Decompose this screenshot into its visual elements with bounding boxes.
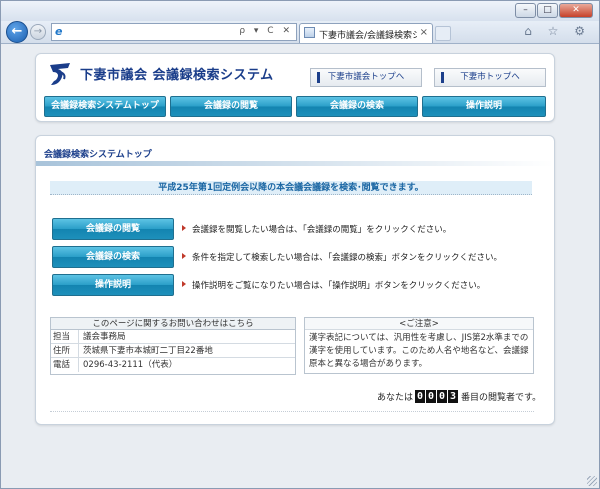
section-title: 会議録検索システムトップ	[44, 150, 152, 160]
footer-divider	[50, 411, 534, 412]
council-top-link[interactable]: 下妻市議会トップへ	[310, 68, 422, 87]
minimize-button[interactable]: –	[515, 3, 536, 18]
tab-title: 下妻市議会/会議録検索シ...	[319, 31, 417, 41]
counter-digit: 3	[448, 390, 459, 403]
intro-banner: 平成25年第1回定例会以降の本会議会議録を検索･閲覧できます。	[50, 181, 532, 195]
contact-box: このページに関するお問い合わせはこちら 担当 議会事務局 住所 茨城県下妻市本城…	[50, 317, 296, 375]
counter-digits: 0 0 0 3	[415, 390, 459, 403]
contact-row: 電話 0296-43-2111（代表）	[51, 358, 295, 372]
notice-body: 漢字表記については、汎用性を考慮し、JIS第2水準までの漢字を使用しています。こ…	[309, 333, 529, 369]
contact-key: 電話	[51, 358, 79, 372]
contact-value: 議会事務局	[83, 332, 126, 342]
bullet-arrow-icon	[182, 281, 186, 287]
browse-button[interactable]: 会議録の閲覧	[52, 218, 174, 240]
counter-digit: 0	[437, 390, 448, 403]
contact-key: 担当	[51, 330, 79, 343]
title-bar: – □ ✕	[1, 1, 599, 21]
search-button[interactable]: 会議録の検索	[52, 246, 174, 268]
contact-row: 住所 茨城県下妻市本城町二丁目22番地	[51, 344, 295, 358]
page-viewport: 下妻市議会 会議録検索システム 下妻市議会トップへ 下妻市トップへ 会議録検索シ…	[1, 43, 599, 488]
contact-value: 0296-43-2111（代表）	[83, 360, 178, 370]
ie-icon: e	[55, 25, 63, 38]
help-button[interactable]: 操作説明	[52, 274, 174, 296]
notice-heading: <ご注意>	[305, 318, 533, 330]
forward-button[interactable]: →	[30, 24, 46, 40]
title-divider	[36, 161, 554, 166]
bullet-arrow-icon	[182, 253, 186, 259]
nav-browse[interactable]: 会議録の閲覧	[170, 96, 292, 117]
page-icon	[304, 27, 315, 38]
counter-digit: 0	[426, 390, 437, 403]
notice-box: <ご注意> 漢字表記については、汎用性を考慮し、JIS第2水準までの漢字を使用し…	[304, 317, 534, 374]
main-content: 会議録検索システムトップ 平成25年第1回定例会以降の本会議会議録を検索･閲覧で…	[35, 135, 555, 425]
city-emblem-icon	[50, 63, 70, 85]
new-tab-button[interactable]	[435, 26, 451, 41]
contact-value: 茨城県下妻市本城町二丁目22番地	[83, 346, 213, 356]
address-bar[interactable]: e ρ ▾ C ✕	[51, 23, 297, 41]
nav-search[interactable]: 会議録の検索	[296, 96, 418, 117]
back-button[interactable]: ←	[6, 21, 28, 43]
nav-system-top[interactable]: 会議録検索システムトップ	[44, 96, 166, 117]
browser-window: – □ ✕ ← → e ρ ▾ C ✕ 下妻市議会/会議録検索シ... × ⌂ …	[0, 0, 600, 489]
nav-help[interactable]: 操作説明	[422, 96, 546, 117]
tab-close-icon[interactable]: ×	[420, 27, 428, 38]
toolbar-icons[interactable]: ⌂ ☆ ⚙	[524, 24, 591, 38]
resize-grip-icon[interactable]	[587, 476, 597, 486]
help-description: 操作説明をご覧になりたい場合は、「操作説明」ボタンをクリックください。	[192, 281, 486, 291]
counter-digit: 0	[415, 390, 426, 403]
browser-navbar: ← → e ρ ▾ C ✕ 下妻市議会/会議録検索シ... × ⌂ ☆ ⚙	[1, 21, 599, 43]
contact-heading: このページに関するお問い合わせはこちら	[51, 318, 295, 330]
site-header: 下妻市議会 会議録検索システム 下妻市議会トップへ 下妻市トップへ 会議録検索シ…	[35, 53, 555, 122]
counter-prefix: あなたは	[377, 393, 414, 403]
tab-active[interactable]: 下妻市議会/会議録検索シ... ×	[299, 23, 433, 43]
search-description: 条件を指定して検索したい場合は、「会議録の検索」ボタンをクリックください。	[192, 253, 502, 263]
bullet-arrow-icon	[182, 225, 186, 231]
counter-suffix: 番目の閲覧者です。	[461, 393, 542, 403]
browse-description: 会議録を閲覧したい場合は、「会議録の閲覧」をクリックください。	[192, 225, 452, 235]
address-tools[interactable]: ρ ▾ C ✕	[239, 26, 293, 36]
maximize-button[interactable]: □	[537, 3, 558, 18]
window-controls: – □ ✕	[514, 3, 593, 18]
contact-key: 住所	[51, 344, 79, 357]
contact-row: 担当 議会事務局	[51, 330, 295, 344]
site-title[interactable]: 下妻市議会 会議録検索システム	[80, 64, 274, 83]
close-window-button[interactable]: ✕	[559, 3, 593, 18]
visitor-counter: あなたは 0 0 0 3 番目の閲覧者です。	[377, 390, 541, 403]
city-top-link[interactable]: 下妻市トップへ	[434, 68, 546, 87]
